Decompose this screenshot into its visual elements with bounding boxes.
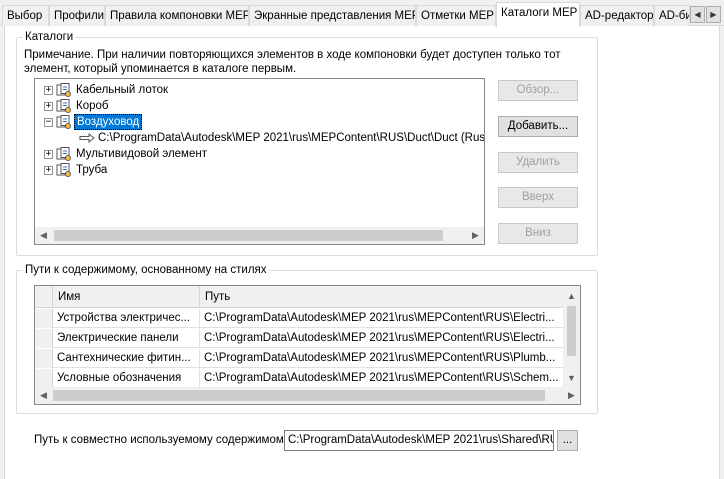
tree-item-label: Кабельный лоток bbox=[76, 84, 169, 96]
table-row[interactable]: Условные обозначения C:\ProgramData\Auto… bbox=[35, 369, 563, 388]
scroll-thumb[interactable] bbox=[567, 306, 576, 356]
tab-mep-elevations[interactable]: Отметки MEP bbox=[416, 5, 496, 26]
tree-horizontal-scrollbar[interactable]: ◀ ▶ bbox=[35, 227, 484, 244]
tree-item-pipe[interactable]: + Труба bbox=[35, 162, 484, 178]
tree-item-label: Мультивидовой элемент bbox=[76, 148, 207, 160]
tree-item-cable-tray[interactable]: + Кабельный лоток bbox=[35, 82, 484, 98]
tree-item-label: Труба bbox=[76, 164, 108, 176]
table-row[interactable]: Электрические панели C:\ProgramData\Auto… bbox=[35, 329, 563, 348]
tree-item-duct[interactable]: − Воздуховод bbox=[35, 114, 484, 130]
cell-name[interactable]: Электрические панели bbox=[53, 329, 200, 348]
shared-content-path-field[interactable]: C:\ProgramData\Autodesk\MEP 2021\rus\Sha… bbox=[284, 430, 554, 451]
tab-strip: Выбор Профили Правила компоновки MEP Экр… bbox=[0, 0, 724, 27]
expand-plus-icon[interactable]: + bbox=[44, 102, 53, 111]
cell-path[interactable]: C:\ProgramData\Autodesk\MEP 2021\rus\MEP… bbox=[200, 349, 563, 368]
scroll-thumb[interactable] bbox=[54, 230, 443, 241]
table-row[interactable]: Устройства электричес... C:\ProgramData\… bbox=[35, 309, 563, 328]
tree-item-duct-path[interactable]: C:\ProgramData\Autodesk\MEP 2021\rus\MEP… bbox=[35, 130, 484, 146]
tab-mep-layout-rules[interactable]: Правила компоновки MEP bbox=[105, 5, 249, 26]
table-row[interactable]: Сантехнические фитин... C:\ProgramData\A… bbox=[35, 349, 563, 368]
tab-mep-display[interactable]: Экранные представления MEP bbox=[249, 5, 416, 26]
cell-path[interactable]: C:\ProgramData\Autodesk\MEP 2021\rus\MEP… bbox=[200, 369, 563, 388]
collapse-minus-icon[interactable]: − bbox=[44, 118, 53, 127]
move-up-button[interactable]: Вверх bbox=[498, 187, 578, 208]
column-header-path[interactable]: Путь bbox=[200, 286, 563, 308]
tab-mep-catalogs[interactable]: Каталоги MEP bbox=[496, 2, 580, 27]
delete-button[interactable]: Удалить bbox=[498, 152, 578, 173]
arrow-right-icon bbox=[79, 133, 95, 143]
shared-content-browse-button[interactable]: ... bbox=[557, 430, 578, 451]
row-header[interactable] bbox=[35, 329, 53, 348]
tab-page: Каталоги Примечание. При наличии повторя… bbox=[4, 26, 720, 479]
tab-scroll-left-icon[interactable]: ◀ bbox=[690, 6, 705, 23]
expand-plus-icon[interactable]: + bbox=[44, 166, 53, 175]
style-paths-table[interactable]: Имя Путь Устройства электричес... C:\Pro… bbox=[34, 285, 581, 405]
tab-selection[interactable]: Выбор bbox=[2, 5, 49, 26]
tree-item-label: Короб bbox=[76, 100, 109, 112]
catalog-node-icon bbox=[56, 147, 71, 161]
catalogs-legend: Каталоги bbox=[23, 30, 76, 44]
row-header[interactable] bbox=[35, 369, 53, 388]
tab-scroll-right-icon[interactable]: ▶ bbox=[706, 6, 721, 23]
cell-path[interactable]: C:\ProgramData\Autodesk\MEP 2021\rus\MEP… bbox=[200, 329, 563, 348]
column-header-name[interactable]: Имя bbox=[53, 286, 200, 308]
scroll-thumb[interactable] bbox=[53, 390, 545, 401]
browse-button[interactable]: Обзор... bbox=[498, 80, 578, 101]
scroll-left-icon[interactable]: ◀ bbox=[35, 227, 52, 244]
cell-name[interactable]: Условные обозначения bbox=[53, 369, 200, 388]
row-header[interactable] bbox=[35, 349, 53, 368]
scroll-down-icon[interactable]: ▼ bbox=[563, 370, 580, 387]
catalog-node-icon bbox=[56, 83, 71, 97]
move-down-button[interactable]: Вниз bbox=[498, 223, 578, 244]
tree-item-label: Воздуховод bbox=[74, 114, 143, 130]
tree-item-label: C:\ProgramData\Autodesk\MEP 2021\rus\MEP… bbox=[98, 132, 485, 144]
tree-item-multiview[interactable]: + Мультивидовой элемент bbox=[35, 146, 484, 162]
style-paths-legend: Пути к содержимому, основанному на стиля… bbox=[23, 263, 269, 277]
scroll-up-icon[interactable]: ▲ bbox=[563, 288, 580, 305]
catalog-node-icon bbox=[56, 115, 71, 129]
tab-ad-other[interactable]: AD-би bbox=[654, 5, 690, 26]
scroll-right-icon[interactable]: ▶ bbox=[467, 227, 484, 244]
tab-ad-editor[interactable]: AD-редактор bbox=[580, 5, 654, 26]
scroll-left-icon[interactable]: ◀ bbox=[35, 387, 52, 404]
expand-plus-icon[interactable]: + bbox=[44, 86, 53, 95]
catalogs-note: Примечание. При наличии повторяющихся эл… bbox=[24, 49, 561, 75]
expand-plus-icon[interactable]: + bbox=[44, 150, 53, 159]
catalog-node-icon bbox=[56, 163, 71, 177]
cell-path[interactable]: C:\ProgramData\Autodesk\MEP 2021\rus\MEP… bbox=[200, 309, 563, 328]
scroll-right-icon[interactable]: ▶ bbox=[563, 387, 580, 404]
cell-name[interactable]: Устройства электричес... bbox=[53, 309, 200, 328]
tree-item-conduit-box[interactable]: + Короб bbox=[35, 98, 484, 114]
add-button[interactable]: Добавить... bbox=[498, 116, 578, 137]
shared-content-label: Путь к совместно используемому содержимо… bbox=[34, 434, 293, 446]
table-header: Имя Путь bbox=[35, 286, 563, 308]
row-header-corner bbox=[35, 286, 53, 308]
catalog-tree[interactable]: + Кабельный лоток + Короб − Воздуховод C… bbox=[34, 78, 485, 245]
catalog-node-icon bbox=[56, 99, 71, 113]
cell-name[interactable]: Сантехнические фитин... bbox=[53, 349, 200, 368]
row-header[interactable] bbox=[35, 309, 53, 328]
tab-profiles[interactable]: Профили bbox=[49, 5, 105, 26]
table-horizontal-scrollbar[interactable]: ◀ ▶ bbox=[35, 387, 580, 404]
table-vertical-scrollbar[interactable]: ▲ ▼ bbox=[563, 286, 580, 387]
